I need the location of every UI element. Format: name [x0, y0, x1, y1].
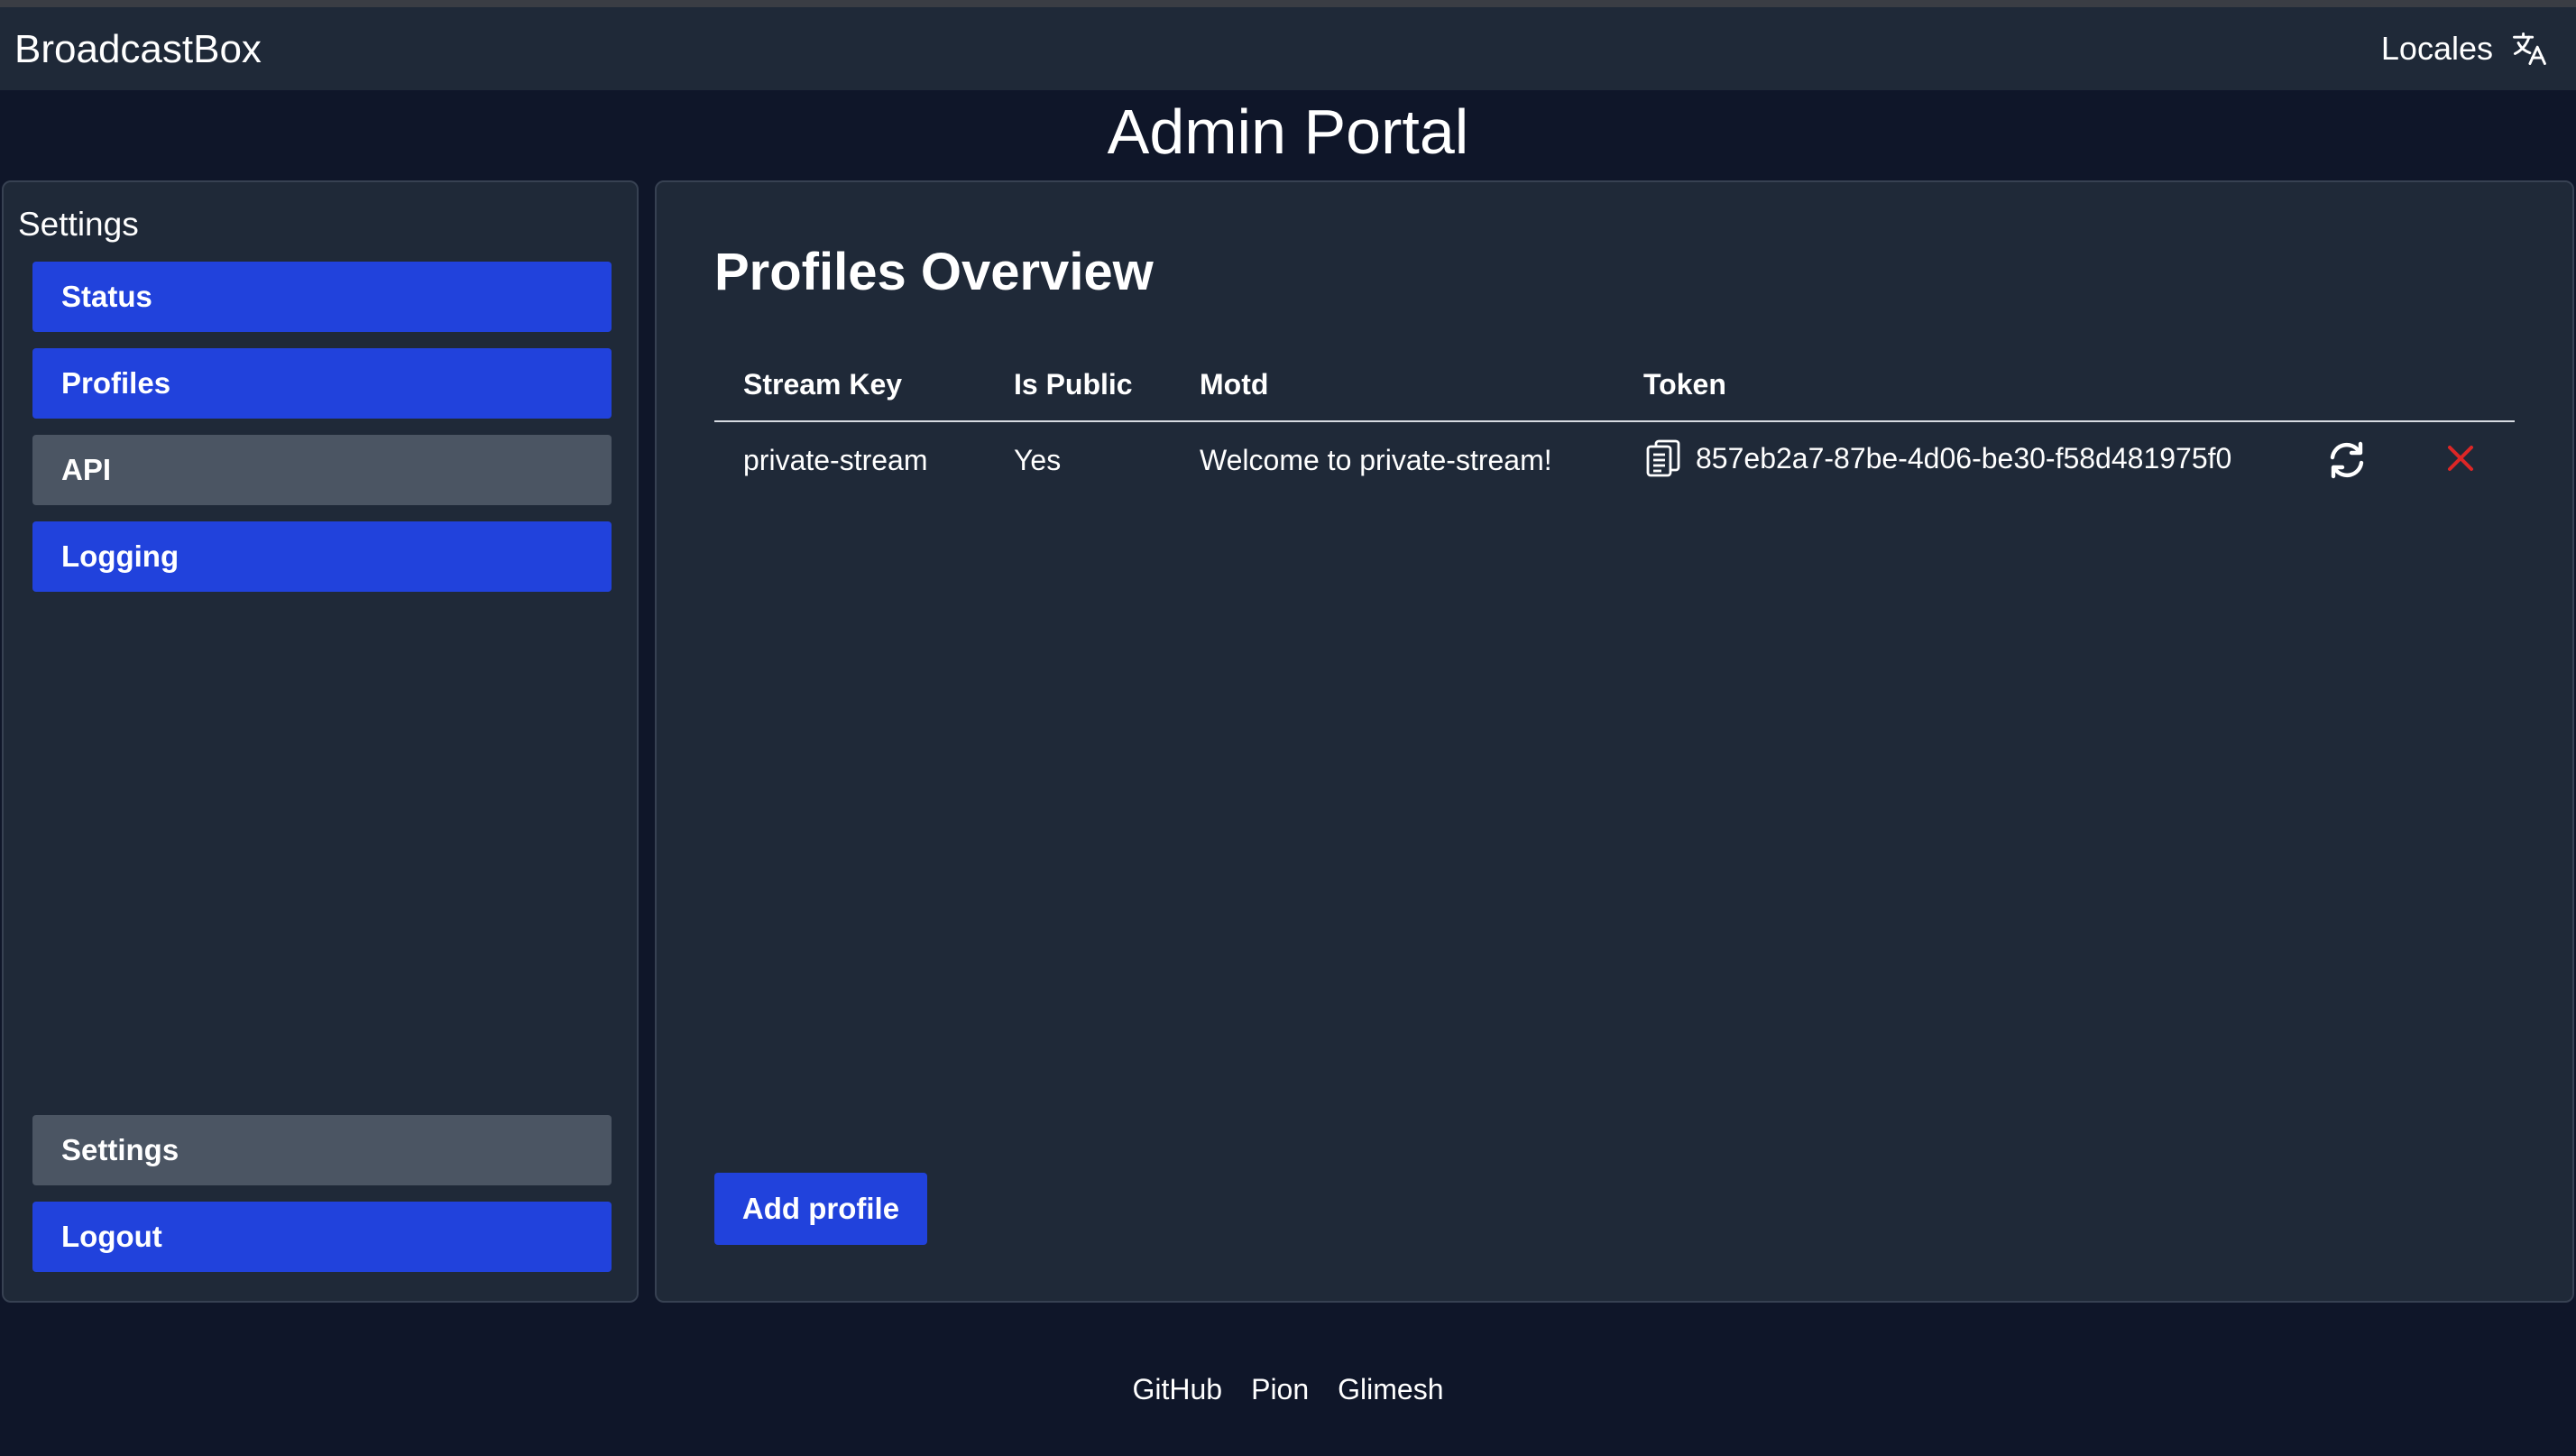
column-header-is-public: Is Public [1014, 368, 1133, 401]
cell-is-public: Yes [1014, 444, 1062, 476]
top-navigation-bar: BroadcastBox Locales [0, 7, 2576, 90]
footer-link-glimesh[interactable]: Glimesh [1338, 1373, 1443, 1406]
column-header-motd: Motd [1200, 368, 1269, 401]
token-value: 857eb2a7-87be-4d06-be30-f58d481975f0 [1696, 441, 2232, 475]
profiles-panel: Profiles Overview Stream Key Is Public M… [655, 180, 2574, 1303]
locales-label: Locales [2380, 30, 2493, 67]
cell-stream-key: private-stream [743, 444, 928, 476]
footer-link-github[interactable]: GitHub [1133, 1373, 1223, 1406]
locales-menu[interactable]: Locales [2381, 29, 2549, 69]
table-header-divider [714, 420, 2515, 422]
clipboard-icon[interactable] [1645, 438, 1681, 478]
footer-link-pion[interactable]: Pion [1251, 1373, 1309, 1406]
sidebar-item-label: Status [61, 280, 152, 313]
sidebar-item-status[interactable]: Status [32, 262, 612, 332]
close-icon[interactable] [2446, 444, 2475, 473]
sidebar-item-label: Settings [61, 1133, 179, 1166]
footer-links: GitHub Pion Glimesh [0, 1373, 2576, 1406]
column-header-token: Token [1643, 368, 1726, 401]
sidebar-title: Settings [18, 206, 139, 243]
cell-motd: Welcome to private-stream! [1200, 444, 1552, 476]
sidebar-item-label: Profiles [61, 366, 171, 400]
sidebar-item-logging[interactable]: Logging [32, 521, 612, 592]
sidebar-item-api[interactable]: API [32, 435, 612, 505]
sidebar-item-label: API [61, 453, 112, 486]
sidebar-item-settings[interactable]: Settings [32, 1115, 612, 1185]
window-top-strip [0, 0, 2576, 7]
refresh-icon[interactable] [2325, 438, 2369, 482]
translate-icon [2513, 32, 2546, 65]
column-header-stream-key: Stream Key [743, 368, 903, 401]
logout-button-label: Logout [61, 1220, 162, 1253]
settings-sidebar: Settings Status Profiles API Logging Set… [2, 180, 639, 1303]
brand-logo-text[interactable]: BroadcastBox [14, 27, 262, 72]
logout-button[interactable]: Logout [32, 1202, 612, 1272]
page-title: Admin Portal [1107, 97, 1469, 167]
add-profile-button[interactable]: Add profile [714, 1173, 927, 1245]
sidebar-item-profiles[interactable]: Profiles [32, 348, 612, 419]
panel-title: Profiles Overview [714, 243, 1154, 301]
sidebar-item-label: Logging [61, 539, 179, 573]
cell-token: 857eb2a7-87be-4d06-be30-f58d481975f0 [1645, 438, 2231, 478]
